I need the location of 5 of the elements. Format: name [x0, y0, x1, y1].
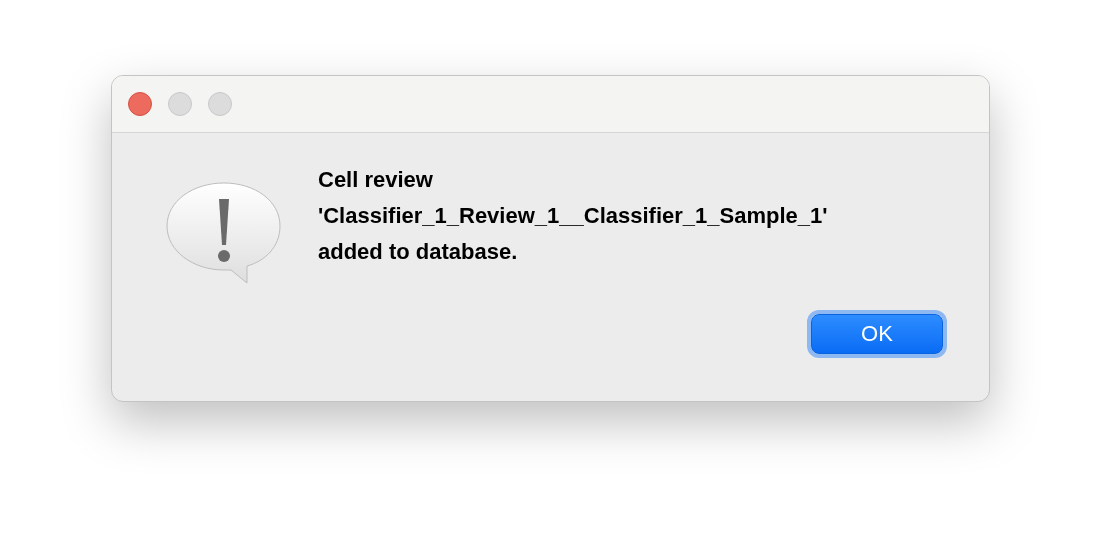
zoom-button[interactable]: [208, 92, 232, 116]
minimize-button[interactable]: [168, 92, 192, 116]
close-button[interactable]: [128, 92, 152, 116]
alert-message: Cell review 'Classifier_1_Review_1__Classifier_1_Sample_1' added to database.: [318, 166, 829, 266]
alert-icon: [165, 181, 283, 285]
